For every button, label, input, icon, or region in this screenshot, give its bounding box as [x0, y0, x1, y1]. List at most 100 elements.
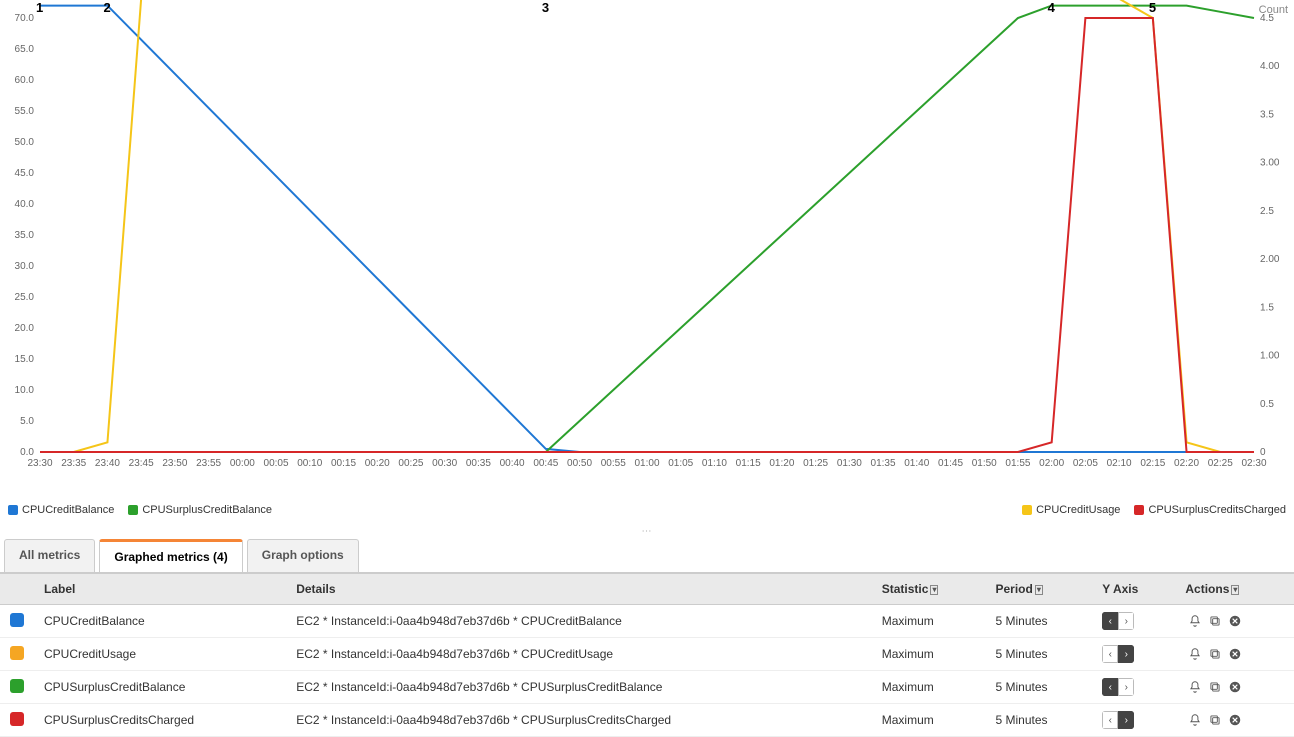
col-period[interactable]: Period▾ — [985, 574, 1092, 605]
svg-text:0.5: 0.5 — [1260, 399, 1274, 410]
chart-annotation: 4 — [1048, 0, 1055, 15]
metric-label[interactable]: CPUCreditBalance — [34, 605, 286, 638]
tab-graph-options[interactable]: Graph options — [247, 539, 359, 572]
metric-details: EC2 * InstanceId:i-0aa4b948d7eb37d6b * C… — [286, 671, 872, 704]
svg-text:01:05: 01:05 — [668, 458, 693, 469]
yaxis-toggle[interactable]: ‹› — [1102, 711, 1134, 729]
svg-text:01:50: 01:50 — [972, 458, 997, 469]
table-row: CPUSurplusCreditBalanceEC2 * InstanceId:… — [0, 671, 1294, 704]
metric-label[interactable]: CPUSurplusCreditBalance — [34, 671, 286, 704]
metric-label[interactable]: CPUSurplusCreditsCharged — [34, 704, 286, 737]
resize-grip-icon[interactable]: ⋯ — [0, 524, 1294, 539]
tabs-bar: All metrics Graphed metrics (4) Graph op… — [0, 539, 1294, 574]
svg-text:65.0: 65.0 — [15, 44, 35, 55]
bell-icon[interactable] — [1188, 713, 1202, 727]
legend-label: CPUCreditBalance — [22, 504, 114, 516]
copy-icon[interactable] — [1208, 680, 1222, 694]
metric-statistic[interactable]: Maximum — [872, 638, 986, 671]
legend-swatch — [8, 505, 18, 515]
col-statistic[interactable]: Statistic▾ — [872, 574, 986, 605]
col-yaxis[interactable]: Y Axis — [1092, 574, 1175, 605]
legend-item[interactable]: CPUSurplusCreditsCharged — [1134, 504, 1286, 516]
svg-text:01:35: 01:35 — [871, 458, 896, 469]
yaxis-toggle[interactable]: ‹› — [1102, 678, 1134, 696]
series-color-chip[interactable] — [10, 679, 24, 693]
yaxis-toggle[interactable]: ‹› — [1102, 612, 1134, 630]
svg-text:3.5: 3.5 — [1260, 109, 1274, 120]
metric-period[interactable]: 5 Minutes — [985, 671, 1092, 704]
metric-actions — [1175, 638, 1294, 671]
tab-graphed-metrics[interactable]: Graphed metrics (4) — [99, 539, 242, 572]
svg-text:00:00: 00:00 — [230, 458, 255, 469]
series-color-chip[interactable] — [10, 613, 24, 627]
svg-text:23:40: 23:40 — [95, 458, 120, 469]
dropdown-icon: ▾ — [930, 585, 938, 595]
metric-period[interactable]: 5 Minutes — [985, 704, 1092, 737]
chart-annotation: 1 — [36, 0, 43, 15]
svg-text:00:05: 00:05 — [264, 458, 289, 469]
svg-text:01:10: 01:10 — [702, 458, 727, 469]
legend-item[interactable]: CPUCreditBalance — [8, 504, 114, 516]
dropdown-icon: ▾ — [1035, 585, 1043, 595]
remove-icon[interactable] — [1228, 647, 1242, 661]
svg-text:02:30: 02:30 — [1241, 458, 1266, 469]
metric-statistic[interactable]: Maximum — [872, 671, 986, 704]
svg-text:0: 0 — [1260, 447, 1266, 458]
svg-text:23:55: 23:55 — [196, 458, 221, 469]
svg-text:1.5: 1.5 — [1260, 302, 1274, 313]
svg-text:00:10: 00:10 — [297, 458, 322, 469]
svg-text:01:00: 01:00 — [634, 458, 659, 469]
metric-period[interactable]: 5 Minutes — [985, 638, 1092, 671]
svg-text:23:35: 23:35 — [61, 458, 86, 469]
svg-text:45.0: 45.0 — [15, 168, 35, 179]
metric-statistic[interactable]: Maximum — [872, 704, 986, 737]
line-chart[interactable]: 0.05.010.015.020.025.030.035.040.045.050… — [0, 0, 1294, 480]
svg-text:01:55: 01:55 — [1005, 458, 1030, 469]
bell-icon[interactable] — [1188, 680, 1202, 694]
legend-item[interactable]: CPUSurplusCreditBalance — [128, 504, 272, 516]
bell-icon[interactable] — [1188, 614, 1202, 628]
chart-annotation: 3 — [542, 0, 549, 15]
tab-all-metrics[interactable]: All metrics — [4, 539, 95, 572]
svg-text:5.0: 5.0 — [20, 416, 34, 427]
svg-text:10.0: 10.0 — [15, 385, 35, 396]
svg-text:55.0: 55.0 — [15, 106, 35, 117]
bell-icon[interactable] — [1188, 647, 1202, 661]
remove-icon[interactable] — [1228, 614, 1242, 628]
svg-text:00:45: 00:45 — [533, 458, 558, 469]
svg-text:01:25: 01:25 — [803, 458, 828, 469]
legend-swatch — [128, 505, 138, 515]
svg-text:00:15: 00:15 — [331, 458, 356, 469]
svg-text:00:40: 00:40 — [500, 458, 525, 469]
svg-text:02:25: 02:25 — [1208, 458, 1233, 469]
legend-item[interactable]: CPUCreditUsage — [1022, 504, 1120, 516]
legend-label: CPUSurplusCreditsCharged — [1148, 504, 1286, 516]
copy-icon[interactable] — [1208, 647, 1222, 661]
svg-text:23:50: 23:50 — [162, 458, 187, 469]
col-actions[interactable]: Actions▾ — [1175, 574, 1294, 605]
remove-icon[interactable] — [1228, 680, 1242, 694]
col-label[interactable]: Label — [34, 574, 286, 605]
svg-text:1.00: 1.00 — [1260, 351, 1280, 362]
series-color-chip[interactable] — [10, 712, 24, 726]
svg-text:23:30: 23:30 — [27, 458, 52, 469]
svg-text:4.00: 4.00 — [1260, 61, 1280, 72]
svg-text:0.0: 0.0 — [20, 447, 34, 458]
metric-label[interactable]: CPUCreditUsage — [34, 638, 286, 671]
remove-icon[interactable] — [1228, 713, 1242, 727]
copy-icon[interactable] — [1208, 713, 1222, 727]
right-axis-title: Count — [1259, 4, 1288, 16]
metric-period[interactable]: 5 Minutes — [985, 605, 1092, 638]
svg-text:01:30: 01:30 — [837, 458, 862, 469]
svg-text:25.0: 25.0 — [15, 292, 35, 303]
svg-text:01:45: 01:45 — [938, 458, 963, 469]
col-details[interactable]: Details — [286, 574, 872, 605]
chart-area[interactable]: 0.05.010.015.020.025.030.035.040.045.050… — [0, 0, 1294, 500]
metric-details: EC2 * InstanceId:i-0aa4b948d7eb37d6b * C… — [286, 704, 872, 737]
svg-text:2.5: 2.5 — [1260, 206, 1274, 217]
svg-text:01:40: 01:40 — [904, 458, 929, 469]
yaxis-toggle[interactable]: ‹› — [1102, 645, 1134, 663]
copy-icon[interactable] — [1208, 614, 1222, 628]
series-color-chip[interactable] — [10, 646, 24, 660]
metric-statistic[interactable]: Maximum — [872, 605, 986, 638]
